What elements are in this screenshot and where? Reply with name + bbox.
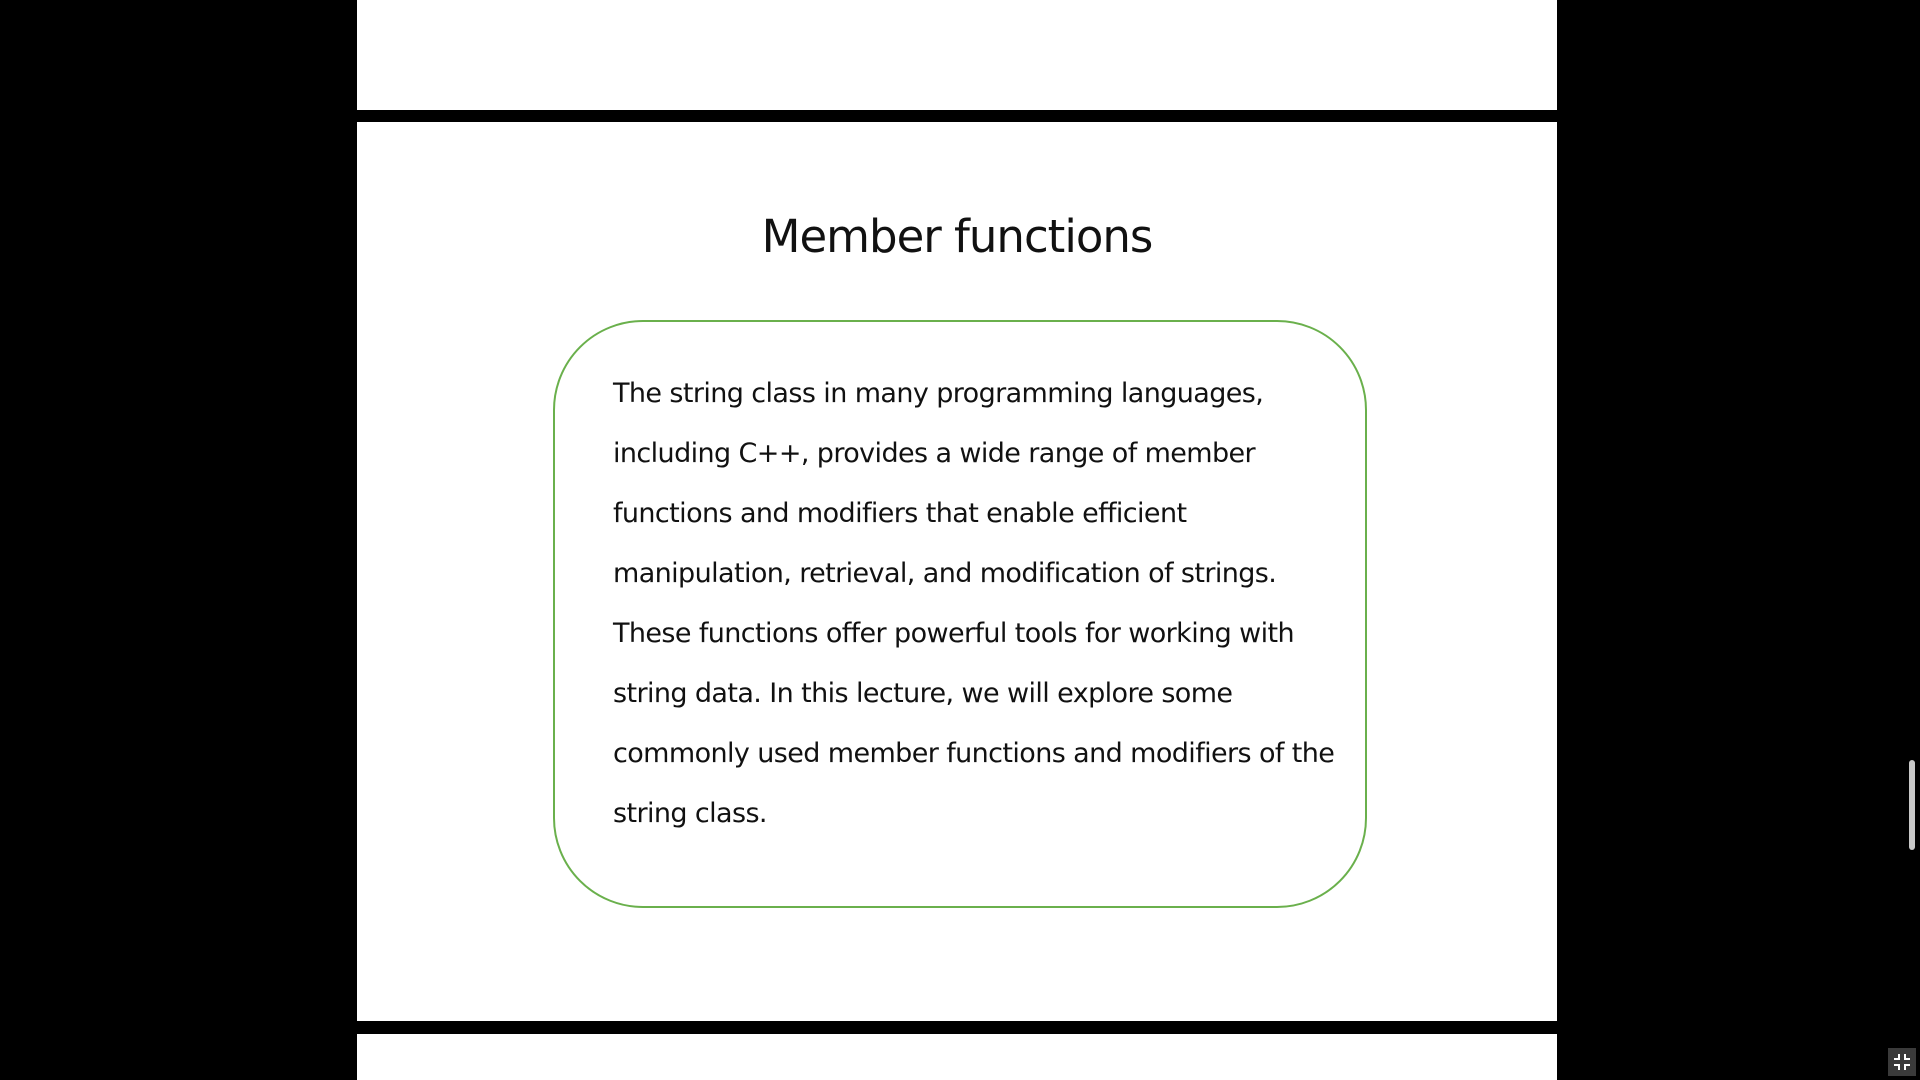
slide-text-box: The string class in many programming lan…	[553, 320, 1367, 908]
exit-fullscreen-button[interactable]	[1888, 1048, 1916, 1076]
slide-title: Member functions	[761, 210, 1154, 263]
presentation-viewer: Member functions The string class in man…	[0, 0, 1920, 1080]
scrollbar-thumb[interactable]	[1909, 760, 1915, 850]
previous-slide[interactable]	[357, 0, 1557, 110]
next-slide[interactable]	[357, 1034, 1557, 1080]
exit-fullscreen-icon	[1894, 1054, 1910, 1070]
current-slide[interactable]: Member functions The string class in man…	[357, 122, 1557, 1021]
slide-body-text: The string class in many programming lan…	[613, 378, 1335, 829]
